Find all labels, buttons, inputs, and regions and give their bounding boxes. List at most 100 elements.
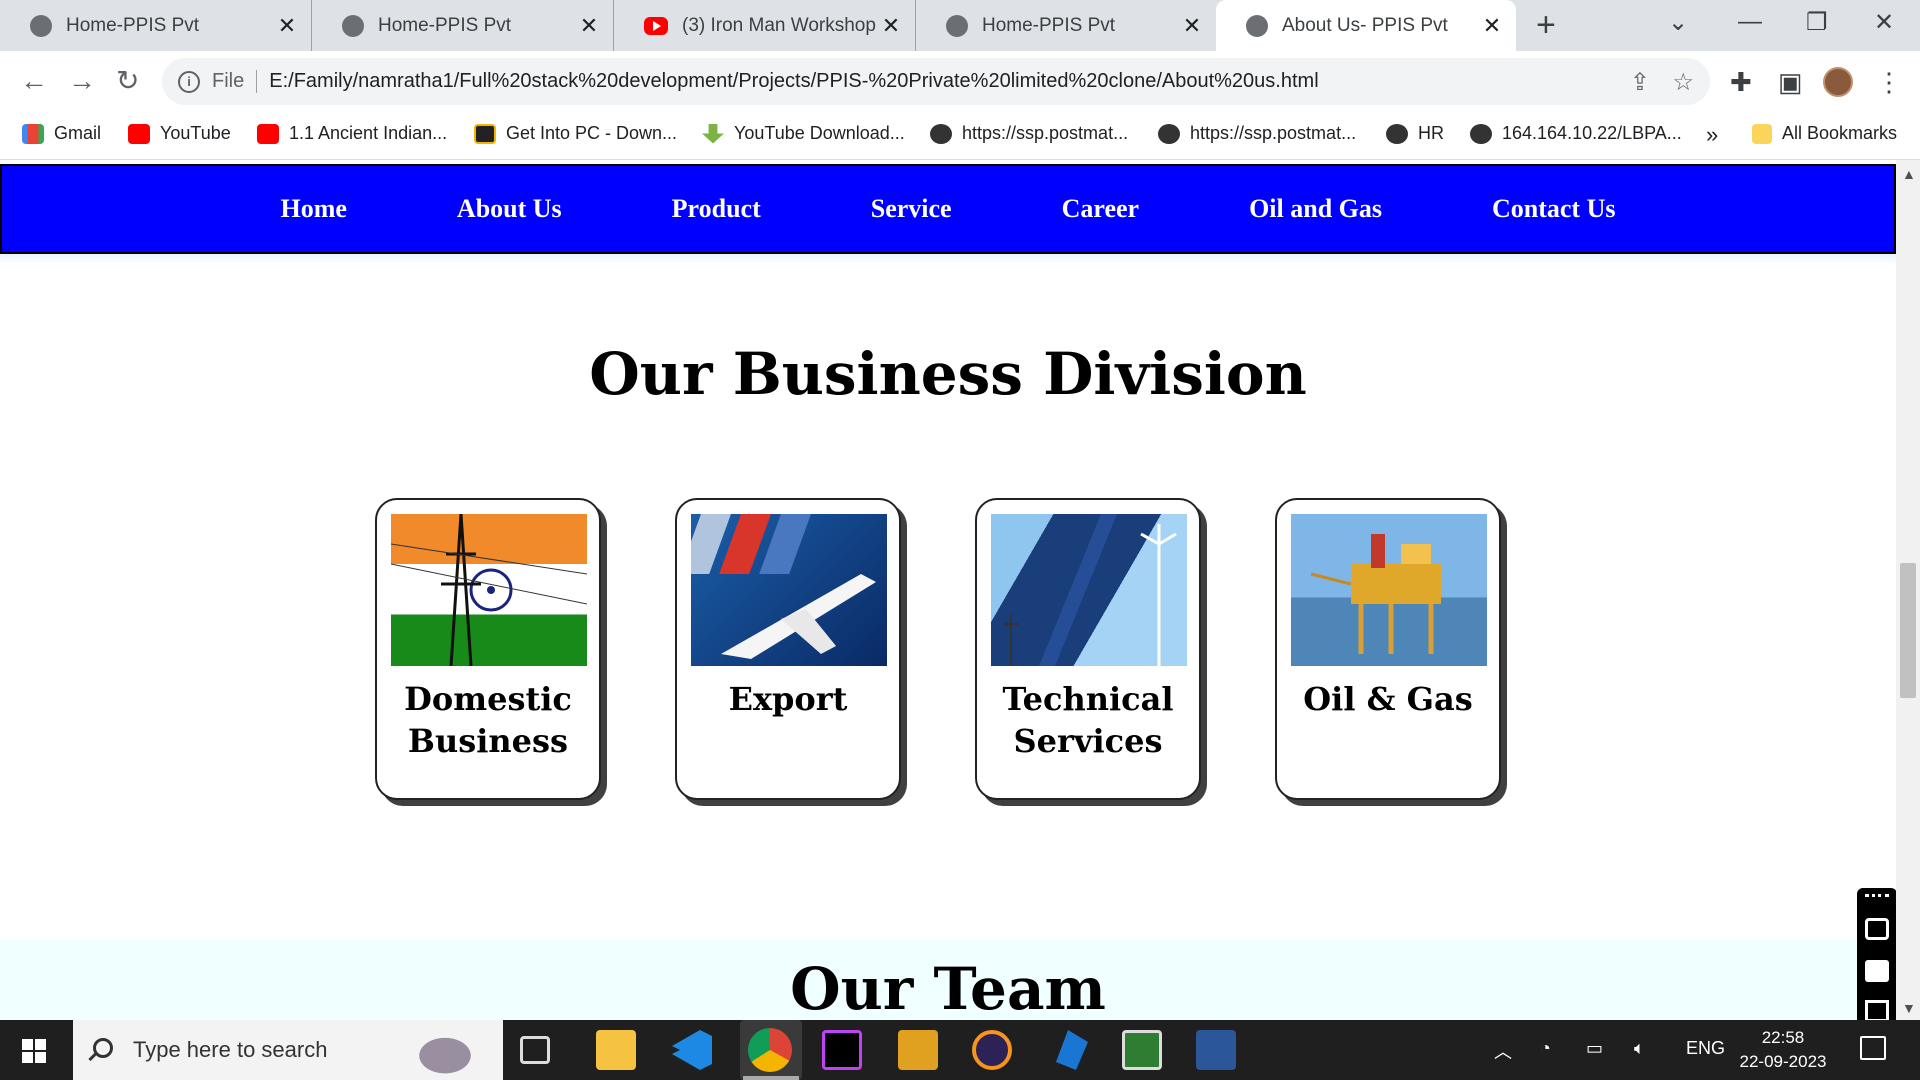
nav-link-home[interactable]: Home	[281, 194, 347, 224]
forward-button[interactable]: →	[68, 63, 96, 99]
language-indicator[interactable]: ENG	[1686, 1038, 1725, 1059]
camera-icon[interactable]	[1865, 918, 1889, 940]
close-window-button[interactable]: ✕	[1874, 8, 1894, 37]
division-card-domestic[interactable]: Domestic Business	[375, 498, 601, 800]
git-tool-icon[interactable]	[898, 1030, 938, 1070]
division-card-technical[interactable]: Technical Services	[975, 498, 1201, 800]
side-panel-icon[interactable]: ▣	[1778, 67, 1803, 98]
wifi-icon[interactable]: ◔	[1540, 1038, 1551, 1059]
bookmarks-overflow-button[interactable]: »	[1706, 122, 1718, 148]
bookmark-hr[interactable]: HR	[1386, 123, 1444, 144]
tab-title: About Us- PPIS Pvt	[1282, 14, 1448, 36]
division-card-export[interactable]: Export	[675, 498, 901, 800]
tab-title: (3) Iron Man Workshop R	[682, 14, 881, 36]
close-icon[interactable]: ✕	[277, 13, 297, 39]
share-icon[interactable]: ⇪	[1630, 68, 1650, 97]
close-icon[interactable]: ✕	[579, 13, 599, 39]
browser-tab[interactable]: Home-PPIS Pvt ✕	[312, 0, 614, 51]
browser-tab[interactable]: Home-PPIS Pvt ✕	[916, 0, 1216, 51]
bookmark-label: https://ssp.postmat...	[1190, 123, 1357, 143]
bookmark-youtube-download[interactable]: YouTube Download...	[702, 123, 905, 144]
bookmark-label: https://ssp.postmat...	[962, 123, 1129, 143]
nav-shadow	[0, 254, 1896, 264]
division-label: Export	[728, 680, 848, 718]
bookmark-gmail[interactable]: Gmail	[22, 123, 101, 144]
globe-icon	[30, 14, 52, 37]
bookmark-lbpa[interactable]: 164.164.10.22/LBPA...	[1470, 123, 1682, 144]
info-icon[interactable]: i	[178, 70, 200, 93]
scroll-down-icon[interactable]: ▼	[1902, 1000, 1916, 1016]
back-button[interactable]: ←	[20, 63, 48, 99]
team-title: Our Team	[790, 955, 1106, 1020]
vscode-icon[interactable]	[672, 1030, 712, 1070]
address-bar[interactable]: i File E:/Family/namratha1/Full%20stack%…	[162, 58, 1710, 105]
word-icon[interactable]	[1196, 1030, 1236, 1070]
window-capture-icon[interactable]	[1865, 1000, 1889, 1020]
task-view-icon[interactable]	[520, 1036, 550, 1064]
minimize-button[interactable]: —	[1738, 8, 1762, 36]
division-card-oil-gas[interactable]: Oil & Gas	[1275, 498, 1501, 800]
browser-tab[interactable]: Home-PPIS Pvt ✕	[0, 0, 312, 51]
chrome-icon[interactable]	[748, 1028, 792, 1072]
division-label: Technical Services	[1002, 680, 1174, 760]
all-bookmarks-button[interactable]: All Bookmarks	[1752, 123, 1897, 144]
show-hidden-icons-icon[interactable]: ︿	[1494, 1038, 1512, 1064]
browser-tab[interactable]: (3) Iron Man Workshop R ✕	[614, 0, 916, 51]
bookmark-label: All Bookmarks	[1782, 123, 1898, 143]
globe-icon	[1470, 123, 1492, 144]
bookmark-label: YouTube	[160, 123, 231, 143]
profile-avatar[interactable]	[1823, 67, 1853, 97]
bookmark-label: Gmail	[54, 123, 102, 143]
nav-link-oil-and-gas[interactable]: Oil and Gas	[1249, 194, 1382, 224]
windows-start-icon[interactable]	[22, 1039, 46, 1063]
new-tab-button[interactable]: +	[1536, 6, 1556, 44]
bookmark-getintopc[interactable]: Get Into PC - Down...	[474, 123, 677, 144]
notification-center-icon[interactable]	[1860, 1036, 1886, 1060]
bookmark-ssp-2[interactable]: https://ssp.postmat...	[1158, 123, 1356, 144]
scrollbar-thumb[interactable]	[1900, 563, 1916, 698]
star-icon[interactable]: ☆	[1672, 68, 1694, 97]
taskbar-clock[interactable]: 22:58 22-09-2023	[1728, 1026, 1838, 1074]
nav-link-about-us[interactable]: About Us	[457, 194, 562, 224]
file-explorer-icon[interactable]	[596, 1030, 636, 1070]
globe-icon	[1386, 123, 1408, 144]
extensions-icon[interactable]: ✚	[1730, 67, 1752, 98]
battery-icon[interactable]: ▭	[1586, 1038, 1603, 1059]
notepad-icon[interactable]	[1122, 1030, 1162, 1070]
taskbar-search-box[interactable]: Type here to search	[73, 1020, 503, 1080]
bookmark-ssp-1[interactable]: https://ssp.postmat...	[930, 123, 1128, 144]
volume-icon[interactable]: 🔈︎	[1634, 1038, 1645, 1059]
youtube-icon	[644, 16, 668, 35]
intellij-icon[interactable]	[822, 1030, 862, 1070]
tab-title: Home-PPIS Pvt	[982, 14, 1116, 36]
mysql-icon[interactable]	[1056, 1030, 1088, 1070]
browser-tab-active[interactable]: About Us- PPIS Pvt ✕	[1216, 0, 1516, 51]
division-image-technical	[991, 514, 1187, 666]
business-division-title: Our Business Division	[589, 340, 1307, 408]
nav-link-service[interactable]: Service	[871, 194, 952, 224]
nav-link-product[interactable]: Product	[672, 194, 761, 224]
bookmark-label: 164.164.10.22/LBPA...	[1502, 123, 1682, 143]
scroll-up-icon[interactable]: ▲	[1902, 166, 1916, 182]
bookmark-youtube[interactable]: YouTube	[128, 123, 231, 144]
close-icon[interactable]: ✕	[1482, 13, 1502, 39]
close-icon[interactable]: ✕	[1182, 13, 1202, 39]
gmail-icon	[22, 123, 44, 144]
nav-link-contact-us[interactable]: Contact Us	[1492, 194, 1616, 224]
restore-button[interactable]: ❐	[1806, 8, 1828, 37]
menu-icon[interactable]: ⋮	[1876, 67, 1902, 98]
page-scrollbar[interactable]: ▲ ▼	[1896, 160, 1920, 1020]
tab-search-icon[interactable]: ⌄	[1668, 8, 1688, 37]
eclipse-icon[interactable]	[972, 1030, 1012, 1070]
nav-link-career[interactable]: Career	[1062, 194, 1139, 224]
reload-button[interactable]: ↻	[116, 63, 139, 99]
url-text[interactable]: E:/Family/namratha1/Full%20stack%20devel…	[269, 70, 1318, 93]
screen-capture-toolbar	[1857, 888, 1896, 1020]
browser-toolbar: ← → ↻ i File E:/Family/namratha1/Full%20…	[0, 51, 1920, 114]
bookmark-ancient-indian[interactable]: 1.1 Ancient Indian...	[257, 123, 447, 144]
browser-tab-strip: Home-PPIS Pvt ✕ Home-PPIS Pvt ✕ (3) Iron…	[0, 0, 1920, 51]
close-icon[interactable]: ✕	[881, 13, 901, 39]
capture-toolbar-menu-icon[interactable]	[1865, 894, 1889, 904]
video-camera-icon[interactable]	[1865, 960, 1889, 982]
globe-icon	[1158, 123, 1180, 144]
